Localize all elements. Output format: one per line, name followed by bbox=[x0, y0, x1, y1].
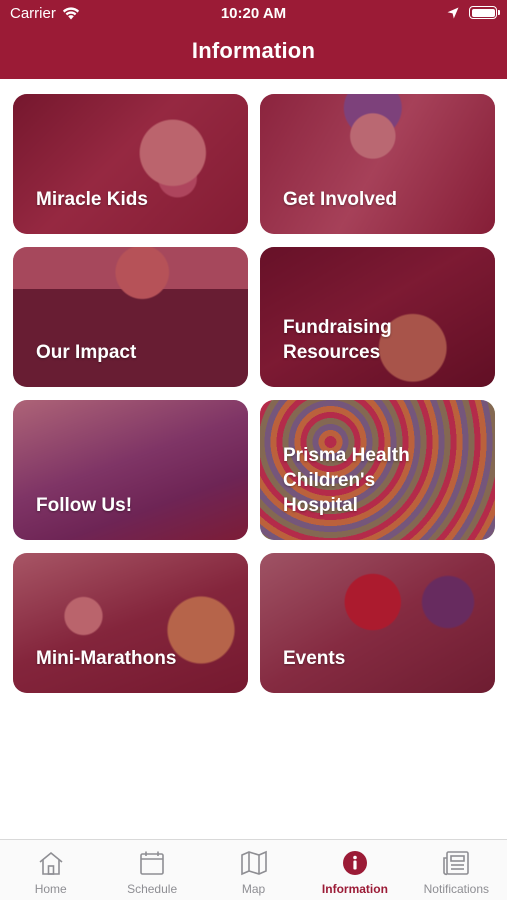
tab-map[interactable]: Map bbox=[203, 840, 304, 900]
tab-schedule[interactable]: Schedule bbox=[101, 840, 202, 900]
app-header: Carrier 10:20 AM Information bbox=[0, 0, 507, 79]
tab-label: Map bbox=[241, 882, 266, 896]
newspaper-icon bbox=[442, 850, 470, 876]
tile-label: Mini-Marathons bbox=[36, 648, 177, 669]
tile-label: Our Impact bbox=[36, 342, 137, 363]
tab-label: Home bbox=[34, 882, 67, 896]
tile-label: Miracle Kids bbox=[36, 189, 148, 210]
status-right bbox=[447, 6, 500, 19]
calendar-icon bbox=[138, 850, 166, 876]
tile-our-impact[interactable]: Our Impact bbox=[13, 247, 248, 387]
tile-events[interactable]: Events bbox=[260, 553, 495, 693]
status-time: 10:20 AM bbox=[220, 5, 287, 22]
page-title: Information bbox=[191, 38, 316, 63]
tab-label: Notifications bbox=[423, 882, 490, 896]
location-arrow-icon bbox=[447, 7, 459, 18]
tile-overlay bbox=[13, 400, 248, 540]
home-icon bbox=[37, 850, 65, 876]
tab-bar: Home Schedule Map Information Notificati… bbox=[0, 839, 507, 900]
tile-label: Follow Us! bbox=[36, 495, 133, 516]
map-icon bbox=[240, 850, 268, 876]
info-icon bbox=[341, 850, 369, 876]
tile-label: Fundraising Resources bbox=[283, 317, 392, 363]
tile-miracle-kids[interactable]: Miracle Kids bbox=[13, 94, 248, 234]
tab-notifications[interactable]: Notifications bbox=[406, 840, 507, 900]
tile-label: Prisma Health Children's Hospital bbox=[283, 445, 410, 516]
battery-icon bbox=[469, 6, 500, 19]
tile-overlay bbox=[13, 553, 248, 693]
tile-overlay bbox=[260, 94, 495, 234]
tile-childrens-hospital[interactable]: Prisma Health Children's Hospital bbox=[260, 400, 495, 540]
status-bar: Carrier 10:20 AM bbox=[0, 0, 507, 28]
tile-get-involved[interactable]: Get Involved bbox=[260, 94, 495, 234]
tile-overlay bbox=[13, 247, 248, 387]
tab-home[interactable]: Home bbox=[0, 840, 101, 900]
info-tile-grid: Miracle Kids Get Involved Our Impact Fun… bbox=[13, 94, 495, 693]
tab-label: Schedule bbox=[127, 882, 178, 896]
tile-follow-us[interactable]: Follow Us! bbox=[13, 400, 248, 540]
tile-overlay bbox=[13, 94, 248, 234]
tab-label: Information bbox=[321, 882, 388, 896]
tile-mini-marathons[interactable]: Mini-Marathons bbox=[13, 553, 248, 693]
tile-overlay bbox=[260, 553, 495, 693]
tile-label: Events bbox=[283, 648, 346, 669]
tile-fundraising-resources[interactable]: Fundraising Resources bbox=[260, 247, 495, 387]
tab-information[interactable]: Information bbox=[304, 840, 405, 900]
tile-label: Get Involved bbox=[283, 189, 398, 210]
